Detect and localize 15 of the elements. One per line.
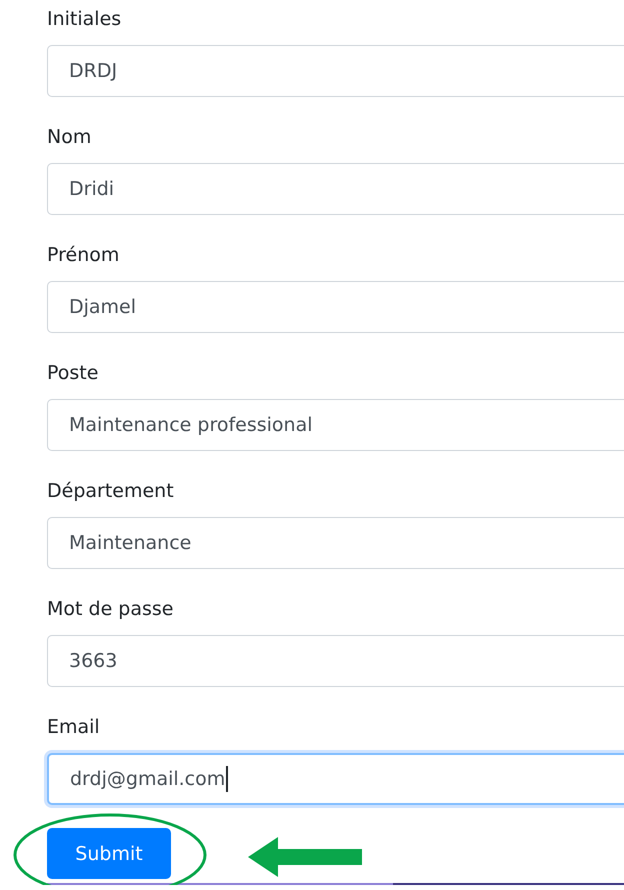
input-field[interactable]: 3663	[47, 635, 624, 687]
input-field[interactable]: Dridi	[47, 163, 624, 215]
field-label: Initiales	[47, 7, 122, 32]
field-label: Département	[47, 479, 174, 504]
input-field[interactable]: drdj@gmail.com	[47, 753, 624, 805]
field-label: Prénom	[47, 243, 120, 268]
input-field[interactable]: DRDJ	[47, 45, 624, 97]
field-label: Nom	[47, 125, 92, 150]
input-field[interactable]: Djamel	[47, 281, 624, 333]
field-label: Email	[47, 715, 100, 740]
field-label: Mot de passe	[47, 597, 174, 622]
field-label: Poste	[47, 361, 98, 386]
submit-button[interactable]: Submit	[47, 828, 171, 879]
input-field[interactable]: Maintenance	[47, 517, 624, 569]
input-field[interactable]: Maintenance professional	[47, 399, 624, 451]
